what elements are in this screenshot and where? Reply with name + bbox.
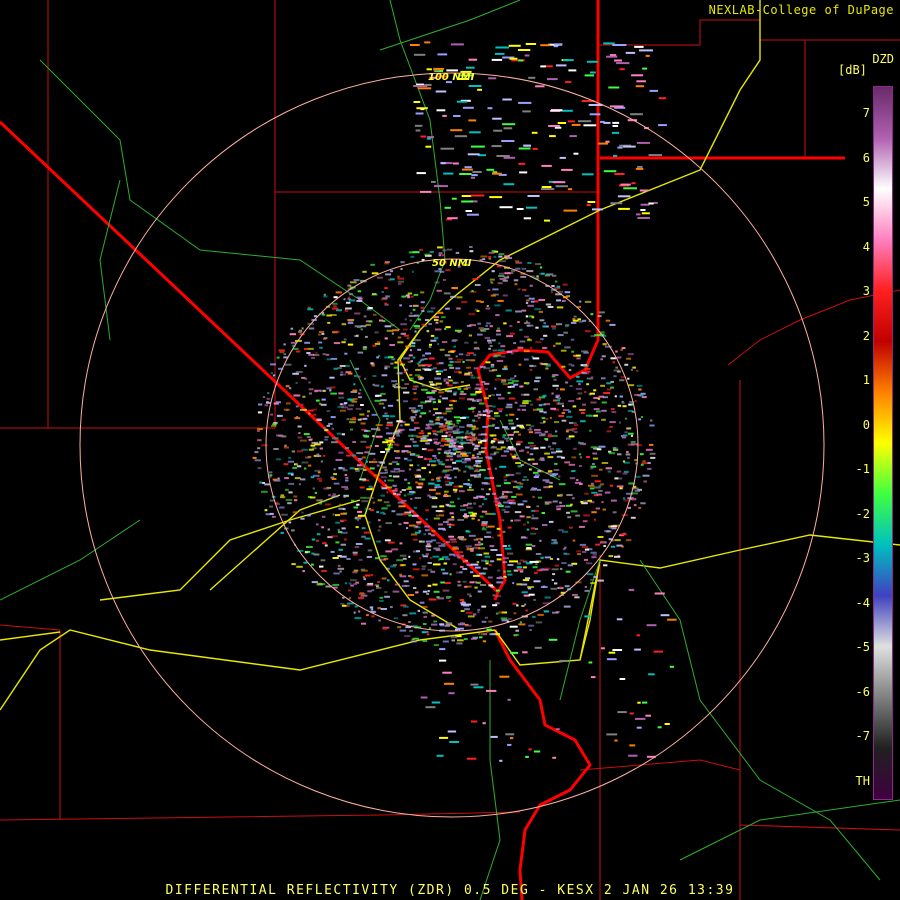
product-code: DZD — [872, 52, 894, 66]
radar-display: 100 NMI 50 NMI NEXLAB-College of DuPage … — [0, 0, 900, 900]
legend-tick: 7 — [862, 106, 870, 120]
legend-tick: 4 — [862, 239, 870, 254]
legend-tick: 1 — [862, 373, 870, 387]
radar-map — [0, 0, 900, 900]
legend-tick: 3 — [862, 284, 870, 298]
legend-tick: -6 — [855, 684, 870, 699]
legend-tick: 0 — [862, 417, 870, 432]
legend-tick: -2 — [855, 506, 870, 521]
legend-tick: 5 — [862, 195, 870, 209]
radar-echoes — [252, 41, 677, 762]
legend-tick: TH — [855, 773, 870, 788]
legend-tick: -4 — [855, 595, 870, 610]
range-ring-label-100: 100 NMI — [428, 72, 475, 83]
legend-units: [dB] — [838, 63, 867, 77]
legend-tick: -5 — [855, 640, 870, 654]
legend-tick: 6 — [862, 150, 870, 165]
product-caption: DIFFERENTIAL REFLECTIVITY (ZDR) 0.5 DEG … — [165, 883, 735, 898]
legend-tick: -3 — [855, 551, 870, 565]
range-ring-label-50: 50 NMI — [432, 258, 472, 269]
legend-tick: 2 — [862, 328, 870, 343]
legend-tick: -7 — [855, 729, 870, 743]
legend-tick: -1 — [855, 462, 870, 476]
source-credit: NEXLAB-College of DuPage — [708, 3, 894, 17]
color-legend-bar — [873, 86, 893, 800]
